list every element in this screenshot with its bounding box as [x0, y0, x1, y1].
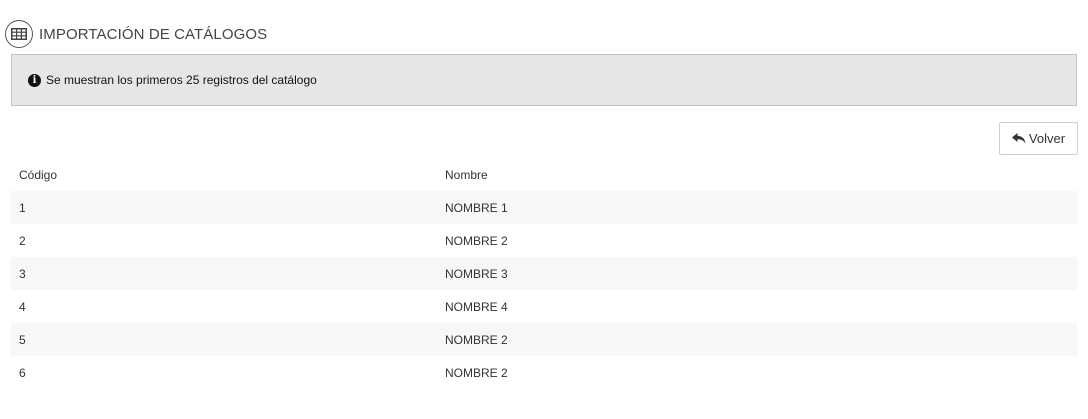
table-row: 5 NOMBRE 2	[11, 323, 1077, 356]
page-header: IMPORTACIÓN DE CATÁLOGOS	[5, 18, 267, 50]
cell-name: NOMBRE 3	[445, 266, 508, 281]
page-title: IMPORTACIÓN DE CATÁLOGOS	[39, 25, 268, 43]
cell-name: NOMBRE 2	[445, 365, 508, 380]
table-header-row: Código Nombre	[11, 158, 1077, 191]
info-alert: i Se muestran los primeros 25 registros …	[11, 54, 1077, 106]
catalog-import-page: IMPORTACIÓN DE CATÁLOGOS i Se muestran l…	[0, 0, 1088, 419]
table-row: 2 NOMBRE 2	[11, 224, 1077, 257]
back-button[interactable]: Volver	[999, 122, 1078, 155]
cell-code: 2	[19, 233, 26, 248]
table-row: 3 NOMBRE 3	[11, 257, 1077, 290]
table-row: 6 NOMBRE 2	[11, 356, 1077, 389]
cell-name: NOMBRE 2	[445, 233, 508, 248]
cell-name: NOMBRE 4	[445, 299, 508, 314]
catalog-table: Código Nombre 1 NOMBRE 1 2 NOMBRE 2 3 NO…	[11, 158, 1077, 389]
back-button-label: Volver	[1028, 131, 1066, 146]
info-circle-icon: i	[28, 73, 41, 87]
cell-code: 4	[19, 299, 26, 314]
cell-name: NOMBRE 2	[445, 332, 508, 347]
cell-code: 6	[19, 365, 26, 380]
table-icon	[5, 20, 33, 48]
table-row: 1 NOMBRE 1	[11, 191, 1077, 224]
reply-arrow-icon	[1011, 133, 1026, 144]
cell-name: NOMBRE 1	[445, 200, 508, 215]
table-row: 4 NOMBRE 4	[11, 290, 1077, 323]
cell-code: 1	[19, 200, 26, 215]
column-header-name: Nombre	[445, 167, 488, 182]
column-header-code: Código	[19, 167, 58, 182]
cell-code: 5	[19, 332, 26, 347]
info-message: Se muestran los primeros 25 registros de…	[46, 73, 317, 87]
cell-code: 3	[19, 266, 26, 281]
